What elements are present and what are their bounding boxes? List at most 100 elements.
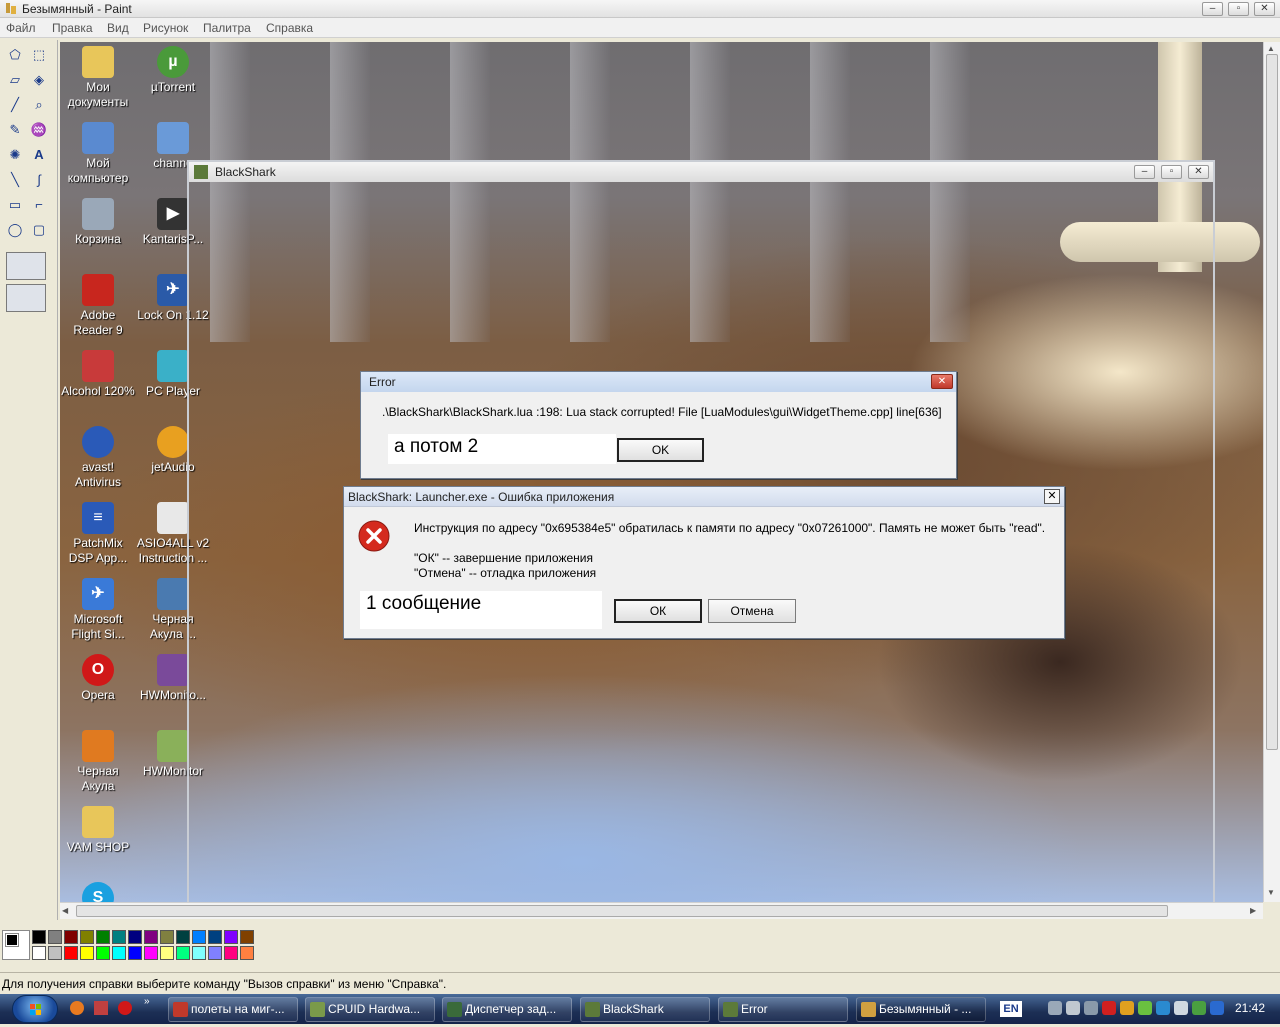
palette-swatch[interactable] — [96, 946, 110, 960]
magnifier-icon[interactable]: ⌕ — [29, 95, 49, 115]
start-button[interactable] — [12, 995, 58, 1023]
scroll-up-icon[interactable]: ▲ — [1267, 44, 1275, 53]
brush-icon[interactable]: ♒ — [29, 120, 49, 140]
menu-edit[interactable]: Правка — [52, 21, 93, 35]
rectangle-icon[interactable]: ▭ — [5, 195, 25, 215]
curve-icon[interactable]: ∫ — [29, 170, 49, 190]
palette-swatch[interactable] — [240, 946, 254, 960]
palette-swatch[interactable] — [80, 930, 94, 944]
palette-swatch[interactable] — [192, 946, 206, 960]
maximize-button[interactable]: ▫ — [1228, 2, 1249, 16]
bs-close-button[interactable]: ✕ — [1188, 165, 1209, 179]
vertical-scroll-thumb[interactable] — [1266, 54, 1278, 750]
palette-swatch[interactable] — [224, 930, 238, 944]
task-opera[interactable]: полеты на миг-... — [168, 997, 298, 1022]
pencil-icon[interactable]: ✎ — [5, 120, 25, 140]
palette-swatch[interactable] — [112, 946, 126, 960]
tray-device-icon[interactable] — [1048, 1001, 1062, 1015]
app-error-cancel-button[interactable]: Отмена — [708, 599, 796, 623]
palette-swatch[interactable] — [224, 946, 238, 960]
desktop-icon-blackshark-2[interactable]: Черная Акула — [60, 730, 136, 794]
fill-icon[interactable]: ◈ — [29, 70, 49, 90]
rounded-rect-icon[interactable]: ▢ — [29, 220, 49, 240]
volume-icon[interactable] — [1174, 1001, 1188, 1015]
task-error[interactable]: Error — [718, 997, 848, 1022]
desktop-icon-my-computer[interactable]: Мой компьютер — [60, 122, 136, 186]
palette-swatch[interactable] — [176, 930, 190, 944]
palette-swatch[interactable] — [128, 930, 142, 944]
menu-palette[interactable]: Палитра — [203, 21, 251, 35]
palette-swatch[interactable] — [144, 946, 158, 960]
desktop-icon-recycle-bin[interactable]: Корзина — [60, 198, 136, 247]
scroll-down-icon[interactable]: ▼ — [1267, 888, 1275, 897]
task-blackshark[interactable]: BlackShark — [580, 997, 710, 1022]
opera-quicklaunch-icon[interactable] — [118, 1001, 132, 1015]
desktop-icon-adobe-reader[interactable]: Adobe Reader 9 — [60, 274, 136, 338]
horizontal-scrollbar[interactable]: ◀ ▶ — [60, 902, 1263, 919]
eraser-icon[interactable]: ▱ — [5, 70, 25, 90]
desktop-icon-flight-sim[interactable]: ✈ Microsoft Flight Si... — [60, 578, 136, 642]
palette-swatch[interactable] — [112, 930, 126, 944]
palette-swatch[interactable] — [80, 946, 94, 960]
palette-swatch[interactable] — [48, 930, 62, 944]
app-error-close-button[interactable]: ✕ — [1044, 489, 1060, 504]
palette-swatch[interactable] — [96, 930, 110, 944]
tray-alcohol-icon[interactable] — [1102, 1001, 1116, 1015]
app-error-ok-button[interactable]: ОК — [614, 599, 702, 623]
eyedropper-icon[interactable]: ╱ — [5, 95, 25, 115]
palette-swatch[interactable] — [240, 930, 254, 944]
desktop-icon-vam-shop[interactable]: VAM SHOP — [60, 806, 136, 855]
scroll-left-icon[interactable]: ◀ — [62, 906, 68, 915]
desktop-icon-patchmix[interactable]: ≡ PatchMix DSP App... — [60, 502, 136, 566]
task-cpuid[interactable]: CPUID Hardwa... — [305, 997, 435, 1022]
current-colors[interactable] — [2, 930, 30, 960]
tray-shield-icon[interactable] — [1138, 1001, 1152, 1015]
bs-maximize-button[interactable]: ▫ — [1161, 165, 1182, 179]
line-icon[interactable]: ╲ — [5, 170, 25, 190]
rect-select-icon[interactable]: ⬚ — [29, 45, 49, 65]
scroll-right-icon[interactable]: ▶ — [1250, 906, 1256, 915]
error-dialog-close-button[interactable]: ✕ — [931, 374, 953, 389]
language-indicator[interactable]: EN — [1000, 1001, 1022, 1017]
close-button[interactable]: ✕ — [1254, 2, 1275, 16]
horizontal-scroll-thumb[interactable] — [76, 905, 1168, 917]
menu-view[interactable]: Вид — [107, 21, 129, 35]
bs-minimize-button[interactable]: – — [1134, 165, 1155, 179]
palette-swatch[interactable] — [208, 946, 222, 960]
palette-swatch[interactable] — [32, 946, 46, 960]
desktop-icon-avast[interactable]: avast! Antivirus — [60, 426, 136, 490]
menu-help[interactable]: Справка — [266, 21, 313, 35]
text-icon[interactable]: A — [29, 145, 49, 165]
ellipse-icon[interactable]: ◯ — [5, 220, 25, 240]
desktop-icon-opera[interactable]: O Opera — [60, 654, 136, 703]
minimize-button[interactable]: – — [1202, 2, 1223, 16]
palette-swatch[interactable] — [192, 930, 206, 944]
palette-swatch[interactable] — [160, 930, 174, 944]
task-paint[interactable]: Безымянный - ... — [856, 997, 986, 1022]
tray-avast-icon[interactable] — [1120, 1001, 1134, 1015]
desktop-icon-my-documents[interactable]: Мои документы — [60, 46, 136, 110]
menu-image[interactable]: Рисунок — [143, 21, 188, 35]
palette-swatch[interactable] — [128, 946, 142, 960]
palette-swatch[interactable] — [160, 946, 174, 960]
palette-swatch[interactable] — [208, 930, 222, 944]
quicklaunch-more-icon[interactable]: » — [144, 996, 150, 1007]
tray-utorrent-icon[interactable] — [1192, 1001, 1206, 1015]
error-ok-button[interactable]: OK — [617, 438, 704, 462]
opaque-option-icon[interactable] — [6, 252, 46, 280]
free-select-icon[interactable]: ⬠ — [5, 45, 25, 65]
transparent-option-icon[interactable] — [6, 284, 46, 312]
palette-swatch[interactable] — [48, 946, 62, 960]
vertical-scrollbar[interactable]: ▲ ▼ — [1263, 42, 1280, 902]
polygon-icon[interactable]: ⌐ — [29, 195, 49, 215]
tray-network-icon[interactable] — [1084, 1001, 1098, 1015]
palette-swatch[interactable] — [32, 930, 46, 944]
tray-patchmix-icon[interactable] — [1156, 1001, 1170, 1015]
menu-file[interactable]: Файл — [6, 21, 36, 35]
palette-swatch[interactable] — [144, 930, 158, 944]
desktop-icon-skype[interactable]: S — [60, 882, 136, 902]
lockon-quicklaunch-icon[interactable] — [94, 1001, 108, 1015]
task-task-manager[interactable]: Диспетчер зад... — [442, 997, 572, 1022]
palette-swatch[interactable] — [176, 946, 190, 960]
tray-monitor-icon[interactable] — [1066, 1001, 1080, 1015]
